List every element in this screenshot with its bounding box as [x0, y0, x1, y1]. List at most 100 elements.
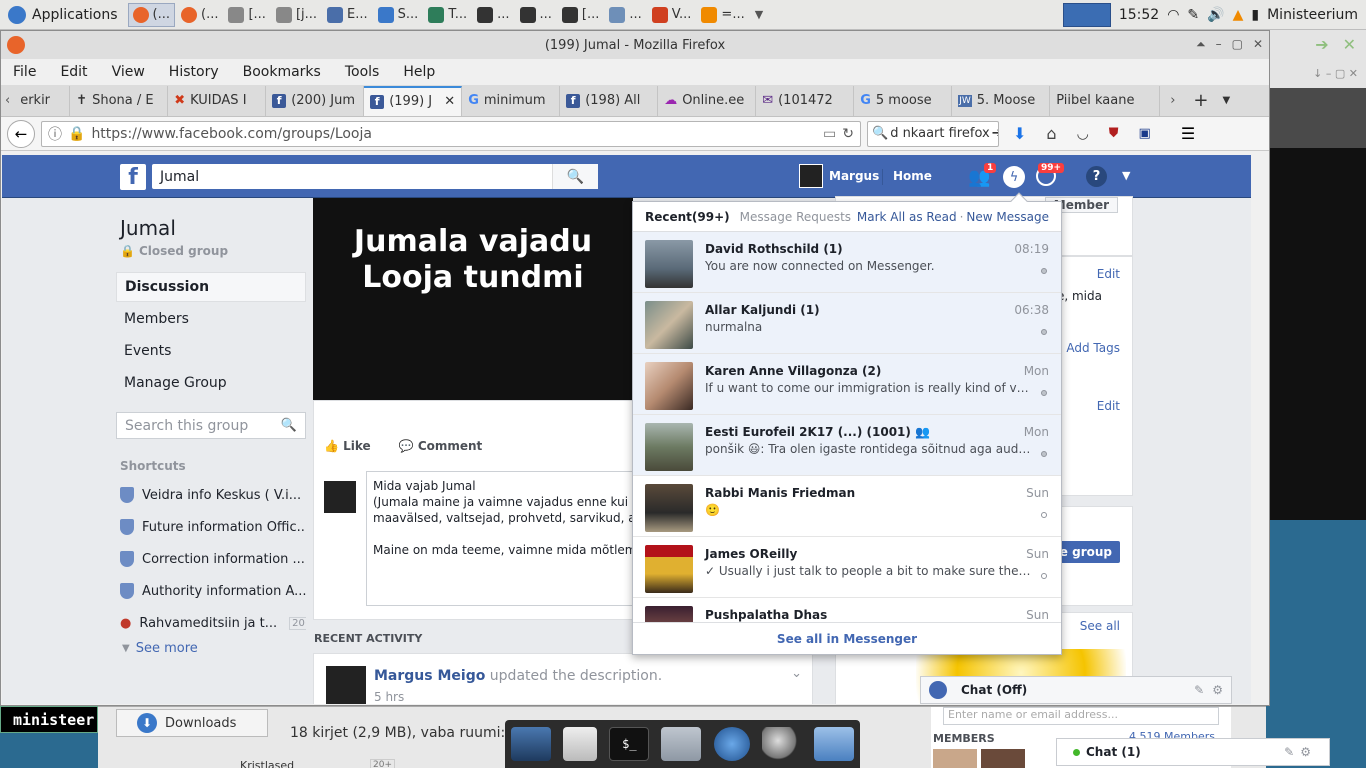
read-status-dot[interactable]: [1041, 329, 1047, 335]
thread-item[interactable]: Pushpalatha Dhas Sun: [633, 598, 1061, 622]
member-avatar[interactable]: [933, 749, 977, 768]
shortcut-item[interactable]: Future information Offic...: [116, 511, 306, 543]
group-name[interactable]: Jumal: [120, 216, 306, 240]
taskbar-item[interactable]: E...: [323, 3, 372, 27]
profile-link[interactable]: Margus: [799, 164, 879, 188]
menu-file[interactable]: File: [1, 64, 48, 80]
applications-menu[interactable]: Applications: [0, 0, 126, 30]
taskbar-overflow-icon[interactable]: ▼: [755, 8, 763, 21]
tab-recent[interactable]: Recent(99+): [645, 210, 730, 224]
activity-actor-link[interactable]: Margus Meigo: [374, 668, 485, 684]
user-menu[interactable]: Ministeerium: [1267, 7, 1358, 23]
tab[interactable]: ✉ (101472: [756, 85, 855, 116]
home-icon[interactable]: ⌂: [1046, 124, 1056, 143]
tab[interactable]: erkir: [14, 85, 71, 116]
taskbar-item[interactable]: [...: [224, 3, 269, 27]
nav-members[interactable]: Members: [116, 304, 306, 334]
nav-events[interactable]: Events: [116, 336, 306, 366]
clock[interactable]: 15:52: [1119, 7, 1159, 23]
search-engine-icon[interactable]: 🔍: [872, 126, 888, 141]
add-member-input[interactable]: Enter name or email address...: [943, 707, 1219, 725]
taskbar-item[interactable]: (...: [177, 3, 222, 27]
vlc-tray-icon[interactable]: ▲: [1233, 7, 1244, 23]
help-icon[interactable]: ?: [1086, 166, 1107, 187]
read-status-dot[interactable]: [1041, 451, 1047, 457]
shortcut-item[interactable]: Authority information A...: [116, 575, 306, 607]
read-status-dot[interactable]: [1041, 390, 1047, 396]
info-icon[interactable]: ⓘ: [48, 124, 62, 144]
reload-icon[interactable]: ↻: [842, 126, 854, 142]
kristlased-label[interactable]: Kristlased: [240, 759, 294, 768]
menu-history[interactable]: History: [157, 64, 231, 80]
messenger-icon[interactable]: ϟ: [1003, 166, 1025, 188]
shortcut-item[interactable]: ●Rahvameditsiin ja t...20+: [116, 607, 306, 639]
shortcut-item[interactable]: Veidra info Keskus ( V.i...: [116, 479, 306, 511]
downloads-item[interactable]: ⬇ Downloads: [116, 709, 268, 737]
taskbar-item[interactable]: ...: [605, 3, 645, 27]
tab-active[interactable]: f (199) J ✕: [364, 85, 463, 116]
tab[interactable]: JW 5. Moose: [952, 85, 1051, 116]
compose-icon[interactable]: ✎: [1194, 683, 1204, 697]
taskbar-item[interactable]: =...: [697, 3, 748, 27]
search-icon[interactable]: 🔍: [281, 418, 297, 433]
taskbar-item[interactable]: ...: [516, 3, 556, 27]
read-status-dot[interactable]: [1041, 512, 1047, 518]
reader-view-icon[interactable]: ▭: [823, 126, 836, 142]
tab-message-requests[interactable]: Message Requests: [740, 210, 851, 224]
tab-scroll-right-icon[interactable]: ›: [1160, 93, 1185, 108]
url-bar[interactable]: ⓘ 🔒 https://www.facebook.com/groups/Looj…: [41, 120, 861, 147]
comment-input[interactable]: Mida vajab Jumal (Jumala maine ja vaimne…: [366, 471, 646, 606]
tab[interactable]: f (198) All: [560, 85, 659, 116]
facebook-logo-icon[interactable]: f: [120, 164, 146, 190]
battery-icon[interactable]: ▮: [1251, 7, 1259, 23]
add-tags-link[interactable]: Add Tags: [1066, 341, 1120, 355]
thread-item[interactable]: Karen Anne Villagonza (2) If u want to co…: [633, 354, 1061, 415]
edit-description-link[interactable]: Edit: [1097, 267, 1120, 281]
terminal-window[interactable]: ministeer: [0, 706, 98, 733]
close-button[interactable]: ✕: [1253, 37, 1263, 52]
tab-list-icon[interactable]: ▼: [1217, 95, 1237, 106]
web-browser-icon[interactable]: [713, 727, 750, 761]
tab[interactable]: f (200) Jum: [266, 85, 365, 116]
close-icon[interactable]: ✕: [1343, 35, 1356, 54]
window-up-button[interactable]: ⏶: [1196, 37, 1206, 52]
edit-location-link[interactable]: Edit: [1097, 399, 1120, 413]
group-search-input[interactable]: Search this group 🔍: [116, 412, 306, 439]
see-all-link[interactable]: See all: [1080, 619, 1120, 633]
compose-icon[interactable]: ✎: [1284, 745, 1294, 759]
read-status-dot[interactable]: [1041, 268, 1047, 274]
like-button[interactable]: 👍 Like: [324, 439, 371, 453]
thread-item[interactable]: David Rothschild (1) You are now connecte…: [633, 232, 1061, 293]
folder-icon[interactable]: [813, 727, 854, 761]
menu-view[interactable]: View: [100, 64, 157, 80]
gear-icon[interactable]: ⚙: [1300, 745, 1311, 759]
tab[interactable]: ☁ Online.ee: [658, 85, 757, 116]
search-go-icon[interactable]: ➔: [992, 126, 998, 141]
account-menu-icon[interactable]: ▼: [1122, 169, 1130, 182]
home-link[interactable]: Home: [893, 169, 932, 183]
taskbar-item[interactable]: [...: [558, 3, 603, 27]
nav-discussion[interactable]: Discussion: [116, 272, 306, 302]
back-button[interactable]: ←: [7, 119, 35, 148]
taskbar-item[interactable]: T...: [424, 3, 471, 27]
menu-edit[interactable]: Edit: [48, 64, 99, 80]
new-tab-icon[interactable]: +: [1185, 90, 1216, 111]
nav-manage-group[interactable]: Manage Group: [116, 368, 306, 398]
taskbar-item[interactable]: S...: [374, 3, 423, 27]
see-all-in-messenger-link[interactable]: See all in Messenger: [633, 622, 1061, 654]
chat-tab[interactable]: Chat (1) ✎ ⚙: [1056, 738, 1330, 766]
facebook-search-input[interactable]: Jumal 🔍: [152, 164, 598, 189]
see-more-link[interactable]: ▼ See more: [122, 641, 306, 656]
wifi-icon[interactable]: ◠: [1167, 7, 1179, 23]
notes-icon[interactable]: ✎: [1187, 7, 1199, 23]
hamburger-menu-icon[interactable]: ☰: [1181, 124, 1195, 143]
taskbar-item[interactable]: V...: [648, 3, 696, 27]
text-editor-icon[interactable]: [563, 727, 598, 761]
tab[interactable]: ✖ KUIDAS I: [168, 85, 267, 116]
menu-tools[interactable]: Tools: [333, 64, 392, 80]
close-tab-icon[interactable]: ✕: [444, 94, 455, 109]
pocket-icon[interactable]: ◡: [1077, 126, 1089, 142]
member-avatar[interactable]: [981, 749, 1025, 768]
thread-item[interactable]: Rabbi Manis Friedman 🙂 Sun: [633, 476, 1061, 537]
search-icon[interactable]: 🔍: [552, 164, 598, 189]
